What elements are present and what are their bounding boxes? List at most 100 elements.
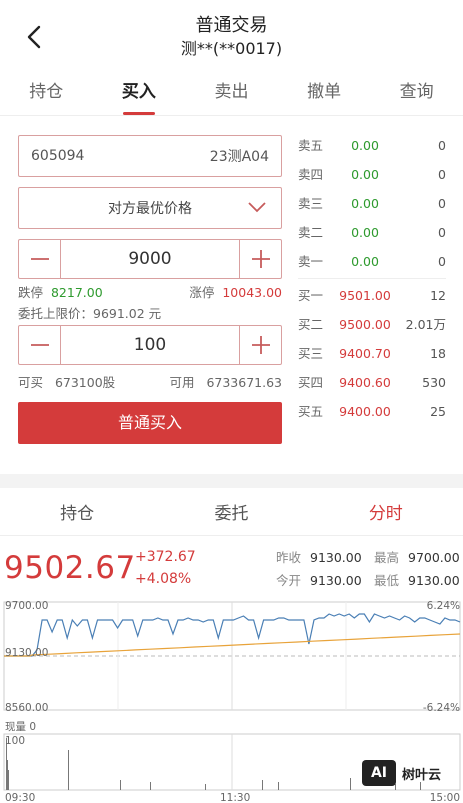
level-price[interactable]: 0.00 bbox=[334, 160, 396, 189]
level-price[interactable]: 0.00 bbox=[334, 247, 396, 276]
volume-label: 现量 0 bbox=[5, 721, 37, 733]
open-value: 9130.00 bbox=[310, 573, 362, 588]
level-volume: 0 bbox=[438, 196, 446, 211]
level-label: 买四 bbox=[298, 375, 324, 390]
tab-query[interactable]: 查询 bbox=[370, 68, 463, 115]
level-price[interactable]: 0.00 bbox=[334, 189, 396, 218]
level-volume: 0 bbox=[438, 167, 446, 182]
available-label: 可用 bbox=[169, 375, 195, 390]
low-label: 最低 bbox=[374, 573, 400, 588]
price-type-select[interactable]: 对方最优价格 bbox=[18, 187, 282, 229]
stock-code-field[interactable]: 605094 23测A04 bbox=[18, 135, 282, 177]
quantity-input[interactable]: 100 bbox=[61, 326, 239, 364]
price-minus-button[interactable] bbox=[19, 240, 61, 278]
level-price[interactable]: 9400.00 bbox=[334, 397, 396, 426]
y-axis-top: 9700.00 bbox=[5, 600, 49, 612]
buy-form: 605094 23测A04 对方最优价格 9000 跌停 8217.00 涨停 … bbox=[18, 135, 282, 444]
level-volume: 0 bbox=[438, 138, 446, 153]
tab-cancel[interactable]: 撤单 bbox=[278, 68, 371, 115]
volume-bar bbox=[120, 780, 121, 790]
level-volume: 0 bbox=[438, 225, 446, 240]
tab-holdings[interactable]: 持仓 bbox=[0, 68, 93, 115]
quantity-minus-button[interactable] bbox=[19, 326, 61, 364]
level-label: 买三 bbox=[298, 346, 324, 361]
volume-bar bbox=[278, 782, 279, 790]
price-stepper: 9000 bbox=[18, 239, 282, 279]
volume-bar bbox=[262, 780, 263, 790]
level-label: 买五 bbox=[298, 404, 324, 419]
quantity-plus-button[interactable] bbox=[239, 326, 281, 364]
level-price[interactable]: 9501.00 bbox=[334, 281, 396, 310]
price-change: +372.67 bbox=[135, 549, 196, 565]
volume-bars bbox=[6, 738, 421, 790]
order-book-row: 卖四 0.00 0 bbox=[298, 160, 446, 189]
plus-icon bbox=[251, 336, 270, 354]
watermark-text: 树叶云 bbox=[402, 767, 442, 783]
volume-bar bbox=[150, 782, 151, 790]
last-price: 9502.67 bbox=[4, 550, 136, 586]
order-book: 卖五 0.00 0 卖四 0.00 0 卖三 0.00 0 卖二 0.00 0 卖一 0.00 0 … bbox=[298, 131, 446, 426]
level-price[interactable]: 0.00 bbox=[334, 218, 396, 247]
availability-row: 可买 673100股 可用 6733671.63 bbox=[18, 373, 282, 393]
chevron-down-icon bbox=[247, 199, 267, 215]
time-end: 15:00 bbox=[429, 792, 460, 803]
level-label: 卖二 bbox=[298, 225, 324, 240]
level-price[interactable]: 9400.70 bbox=[334, 339, 396, 368]
tab-positions[interactable]: 持仓 bbox=[0, 492, 154, 535]
level-price[interactable]: 0.00 bbox=[334, 131, 396, 160]
trade-tabs: 持仓 买入 卖出 撤单 查询 bbox=[0, 68, 463, 116]
time-start: 09:30 bbox=[5, 792, 36, 803]
market-tabs: 持仓 委托 分时 bbox=[0, 492, 463, 536]
tab-buy[interactable]: 买入 bbox=[93, 68, 186, 115]
price-change-percent: +4.08% bbox=[135, 571, 192, 587]
level-volume: 25 bbox=[430, 404, 446, 419]
order-book-divider bbox=[298, 278, 446, 279]
time-mid: 11:30 bbox=[220, 792, 251, 803]
high-label: 最高 bbox=[374, 550, 400, 565]
order-book-row: 买三 9400.70 18 bbox=[298, 339, 446, 368]
level-label: 卖一 bbox=[298, 254, 324, 269]
level-price[interactable]: 9400.60 bbox=[334, 368, 396, 397]
stock-name: 23测A04 bbox=[209, 149, 269, 165]
order-book-row: 买五 9400.00 25 bbox=[298, 397, 446, 426]
price-type-label: 对方最优价格 bbox=[108, 201, 192, 217]
limit-row: 跌停 8217.00 涨停 10043.00 bbox=[18, 283, 282, 303]
level-label: 卖五 bbox=[298, 138, 324, 153]
y-axis-mid: 9130.00 bbox=[5, 647, 49, 659]
level-label: 买二 bbox=[298, 317, 324, 332]
level-volume: 530 bbox=[422, 375, 446, 390]
price-plus-button[interactable] bbox=[239, 240, 281, 278]
low-value: 9130.00 bbox=[408, 573, 460, 588]
plus-icon bbox=[251, 250, 270, 268]
level-price[interactable]: 9500.00 bbox=[334, 310, 396, 339]
quote-stats: 昨收 9130.00 最高 9700.00 今开 9130.00 最低 9130… bbox=[276, 546, 463, 592]
volume-bar bbox=[350, 778, 351, 790]
minus-icon bbox=[30, 344, 49, 346]
upper-limit-text: 委托上限价：9691.02 元 bbox=[18, 306, 162, 321]
y-axis-bottom: 8560.00 bbox=[5, 702, 49, 714]
tab-orders[interactable]: 委托 bbox=[154, 492, 308, 535]
limit-down-value: 8217.00 bbox=[50, 285, 103, 300]
can-buy-label: 可买 bbox=[18, 375, 44, 390]
level-volume: 2.01万 bbox=[405, 317, 446, 332]
price-input[interactable]: 9000 bbox=[61, 240, 239, 278]
can-buy-value: 673100股 bbox=[54, 375, 116, 390]
header: 普通交易 测**(**0017) bbox=[0, 0, 463, 66]
account-subtitle: 测**(**0017) bbox=[180, 39, 283, 58]
quantity-stepper: 100 bbox=[18, 325, 282, 365]
section-divider bbox=[0, 474, 463, 488]
available-value: 6733671.63 bbox=[206, 375, 282, 390]
order-book-row: 买四 9400.60 530 bbox=[298, 368, 446, 397]
buy-button[interactable]: 普通买入 bbox=[18, 402, 282, 444]
watermark: AI 树叶云 bbox=[362, 760, 441, 786]
tab-intraday[interactable]: 分时 bbox=[309, 492, 463, 535]
volume-bar bbox=[205, 784, 206, 790]
order-book-row: 买二 9500.00 2.01万 bbox=[298, 310, 446, 339]
limit-down-label: 跌停 bbox=[18, 285, 44, 300]
order-book-row: 买一 9501.00 12 bbox=[298, 281, 446, 310]
limit-up-label: 涨停 bbox=[189, 285, 215, 300]
tab-sell[interactable]: 卖出 bbox=[185, 68, 278, 115]
order-book-row: 卖五 0.00 0 bbox=[298, 131, 446, 160]
minus-icon bbox=[30, 258, 49, 260]
open-label: 今开 bbox=[276, 573, 302, 588]
